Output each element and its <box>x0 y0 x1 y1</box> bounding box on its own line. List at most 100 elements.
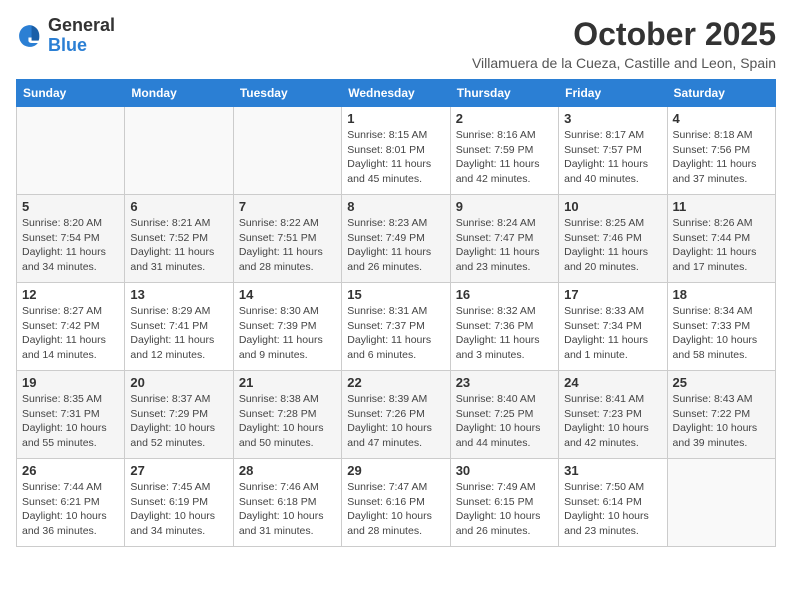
calendar-cell: 30 Sunrise: 7:49 AM Sunset: 6:15 PM Dayli… <box>450 459 558 547</box>
calendar-cell: 6 Sunrise: 8:21 AM Sunset: 7:52 PM Daylig… <box>125 195 233 283</box>
day-info: Sunrise: 8:38 AM Sunset: 7:28 PM Dayligh… <box>239 392 336 451</box>
day-info: Sunrise: 8:41 AM Sunset: 7:23 PM Dayligh… <box>564 392 661 451</box>
calendar-cell: 1Sunrise: 8:15 AM Sunset: 8:01 PM Daylig… <box>342 107 450 195</box>
calendar-cell: 26Sunrise: 7:44 AM Sunset: 6:21 PM Dayli… <box>17 459 125 547</box>
calendar-cell: 5 Sunrise: 8:20 AM Sunset: 7:54 PM Daylig… <box>17 195 125 283</box>
calendar-cell: 21Sunrise: 8:38 AM Sunset: 7:28 PM Dayli… <box>233 371 341 459</box>
day-number: 18 <box>673 287 770 302</box>
weekday-header: Friday <box>559 80 667 107</box>
day-number: 16 <box>456 287 553 302</box>
calendar-cell: 27Sunrise: 7:45 AM Sunset: 6:19 PM Dayli… <box>125 459 233 547</box>
day-number: 7 <box>239 199 336 214</box>
day-number: 8 <box>347 199 444 214</box>
weekday-header: Monday <box>125 80 233 107</box>
day-info: Sunrise: 8:43 AM Sunset: 7:22 PM Dayligh… <box>673 392 770 451</box>
day-info: Sunrise: 8:31 AM Sunset: 7:37 PM Dayligh… <box>347 304 444 363</box>
day-number: 5 <box>22 199 119 214</box>
calendar-cell: 19Sunrise: 8:35 AM Sunset: 7:31 PM Dayli… <box>17 371 125 459</box>
calendar-cell: 25 Sunrise: 8:43 AM Sunset: 7:22 PM Dayli… <box>667 371 775 459</box>
calendar-cell <box>667 459 775 547</box>
day-number: 19 <box>22 375 119 390</box>
calendar-cell: 12Sunrise: 8:27 AM Sunset: 7:42 PM Dayli… <box>17 283 125 371</box>
day-number: 28 <box>239 463 336 478</box>
calendar-week-row: 19Sunrise: 8:35 AM Sunset: 7:31 PM Dayli… <box>17 371 776 459</box>
calendar-cell <box>125 107 233 195</box>
day-number: 30 <box>456 463 553 478</box>
calendar-cell: 31 Sunrise: 7:50 AM Sunset: 6:14 PM Dayli… <box>559 459 667 547</box>
weekday-header: Wednesday <box>342 80 450 107</box>
weekday-header: Sunday <box>17 80 125 107</box>
calendar-cell: 13Sunrise: 8:29 AM Sunset: 7:41 PM Dayli… <box>125 283 233 371</box>
day-number: 9 <box>456 199 553 214</box>
day-info: Sunrise: 8:18 AM Sunset: 7:56 PM Dayligh… <box>673 128 770 187</box>
day-number: 14 <box>239 287 336 302</box>
calendar-cell <box>233 107 341 195</box>
day-info: Sunrise: 8:24 AM Sunset: 7:47 PM Dayligh… <box>456 216 553 275</box>
weekday-header-row: SundayMondayTuesdayWednesdayThursdayFrid… <box>17 80 776 107</box>
calendar-cell: 4 Sunrise: 8:18 AM Sunset: 7:56 PM Daylig… <box>667 107 775 195</box>
day-info: Sunrise: 8:22 AM Sunset: 7:51 PM Dayligh… <box>239 216 336 275</box>
calendar-cell: 2Sunrise: 8:16 AM Sunset: 7:59 PM Daylig… <box>450 107 558 195</box>
calendar-cell <box>17 107 125 195</box>
calendar-cell: 9 Sunrise: 8:24 AM Sunset: 7:47 PM Daylig… <box>450 195 558 283</box>
calendar-cell: 22 Sunrise: 8:39 AM Sunset: 7:26 PM Dayli… <box>342 371 450 459</box>
calendar-cell: 15Sunrise: 8:31 AM Sunset: 7:37 PM Dayli… <box>342 283 450 371</box>
day-info: Sunrise: 8:29 AM Sunset: 7:41 PM Dayligh… <box>130 304 227 363</box>
title-area: October 2025 Villamuera de la Cueza, Cas… <box>472 16 776 71</box>
day-info: Sunrise: 7:49 AM Sunset: 6:15 PM Dayligh… <box>456 480 553 539</box>
calendar-week-row: 5 Sunrise: 8:20 AM Sunset: 7:54 PM Daylig… <box>17 195 776 283</box>
calendar-cell: 29 Sunrise: 7:47 AM Sunset: 6:16 PM Dayli… <box>342 459 450 547</box>
logo-text: General Blue <box>48 16 115 56</box>
day-info: Sunrise: 8:17 AM Sunset: 7:57 PM Dayligh… <box>564 128 661 187</box>
day-number: 4 <box>673 111 770 126</box>
calendar-cell: 17Sunrise: 8:33 AM Sunset: 7:34 PM Dayli… <box>559 283 667 371</box>
calendar-week-row: 26Sunrise: 7:44 AM Sunset: 6:21 PM Dayli… <box>17 459 776 547</box>
day-info: Sunrise: 8:26 AM Sunset: 7:44 PM Dayligh… <box>673 216 770 275</box>
day-info: Sunrise: 8:40 AM Sunset: 7:25 PM Dayligh… <box>456 392 553 451</box>
calendar-cell: 14 Sunrise: 8:30 AM Sunset: 7:39 PM Dayli… <box>233 283 341 371</box>
day-info: Sunrise: 8:23 AM Sunset: 7:49 PM Dayligh… <box>347 216 444 275</box>
calendar-cell: 28 Sunrise: 7:46 AM Sunset: 6:18 PM Dayli… <box>233 459 341 547</box>
day-number: 10 <box>564 199 661 214</box>
day-number: 27 <box>130 463 227 478</box>
day-info: Sunrise: 8:25 AM Sunset: 7:46 PM Dayligh… <box>564 216 661 275</box>
day-number: 11 <box>673 199 770 214</box>
calendar-cell: 23 Sunrise: 8:40 AM Sunset: 7:25 PM Dayli… <box>450 371 558 459</box>
day-number: 17 <box>564 287 661 302</box>
day-number: 29 <box>347 463 444 478</box>
day-info: Sunrise: 8:32 AM Sunset: 7:36 PM Dayligh… <box>456 304 553 363</box>
calendar-cell: 3 Sunrise: 8:17 AM Sunset: 7:57 PM Daylig… <box>559 107 667 195</box>
calendar-cell: 8 Sunrise: 8:23 AM Sunset: 7:49 PM Daylig… <box>342 195 450 283</box>
day-number: 6 <box>130 199 227 214</box>
day-info: Sunrise: 8:21 AM Sunset: 7:52 PM Dayligh… <box>130 216 227 275</box>
month-title: October 2025 <box>472 16 776 53</box>
day-info: Sunrise: 8:37 AM Sunset: 7:29 PM Dayligh… <box>130 392 227 451</box>
logo-icon <box>16 22 44 50</box>
day-number: 3 <box>564 111 661 126</box>
day-info: Sunrise: 7:47 AM Sunset: 6:16 PM Dayligh… <box>347 480 444 539</box>
day-number: 20 <box>130 375 227 390</box>
day-info: Sunrise: 8:16 AM Sunset: 7:59 PM Dayligh… <box>456 128 553 187</box>
day-info: Sunrise: 8:27 AM Sunset: 7:42 PM Dayligh… <box>22 304 119 363</box>
day-info: Sunrise: 8:30 AM Sunset: 7:39 PM Dayligh… <box>239 304 336 363</box>
weekday-header: Tuesday <box>233 80 341 107</box>
day-number: 22 <box>347 375 444 390</box>
calendar-week-row: 1Sunrise: 8:15 AM Sunset: 8:01 PM Daylig… <box>17 107 776 195</box>
calendar: SundayMondayTuesdayWednesdayThursdayFrid… <box>16 79 776 547</box>
day-number: 23 <box>456 375 553 390</box>
calendar-week-row: 12Sunrise: 8:27 AM Sunset: 7:42 PM Dayli… <box>17 283 776 371</box>
day-info: Sunrise: 8:39 AM Sunset: 7:26 PM Dayligh… <box>347 392 444 451</box>
day-info: Sunrise: 8:20 AM Sunset: 7:54 PM Dayligh… <box>22 216 119 275</box>
day-info: Sunrise: 7:50 AM Sunset: 6:14 PM Dayligh… <box>564 480 661 539</box>
day-info: Sunrise: 7:46 AM Sunset: 6:18 PM Dayligh… <box>239 480 336 539</box>
day-number: 26 <box>22 463 119 478</box>
calendar-cell: 11 Sunrise: 8:26 AM Sunset: 7:44 PM Dayli… <box>667 195 775 283</box>
calendar-cell: 16 Sunrise: 8:32 AM Sunset: 7:36 PM Dayli… <box>450 283 558 371</box>
calendar-cell: 7 Sunrise: 8:22 AM Sunset: 7:51 PM Daylig… <box>233 195 341 283</box>
calendar-cell: 24Sunrise: 8:41 AM Sunset: 7:23 PM Dayli… <box>559 371 667 459</box>
day-number: 25 <box>673 375 770 390</box>
calendar-cell: 18Sunrise: 8:34 AM Sunset: 7:33 PM Dayli… <box>667 283 775 371</box>
day-number: 31 <box>564 463 661 478</box>
day-number: 1 <box>347 111 444 126</box>
location: Villamuera de la Cueza, Castille and Leo… <box>472 55 776 71</box>
